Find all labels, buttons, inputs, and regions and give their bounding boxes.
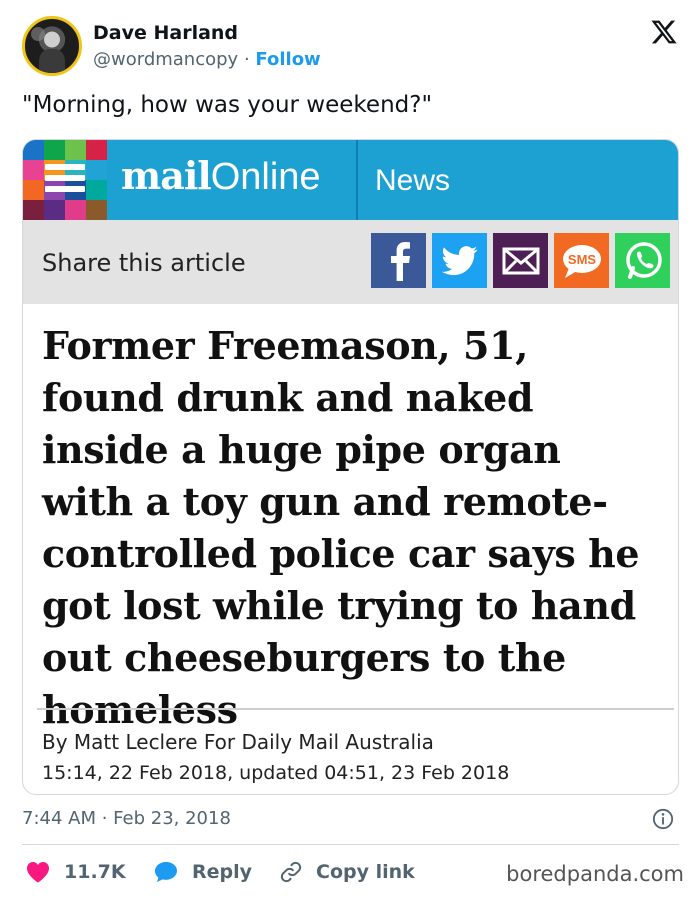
menu-mosaic[interactable]: [23, 140, 107, 220]
facebook-icon: [390, 241, 410, 281]
article-card[interactable]: mailOnline News Share this article SMS F…: [22, 139, 679, 795]
article-dateline: 15:14, 22 Feb 2018, updated 04:51, 23 Fe…: [42, 762, 510, 784]
copy-link-button[interactable]: Copy link: [280, 858, 415, 886]
share-whatsapp-button[interactable]: [615, 233, 670, 288]
article-byline: By Matt Leclere For Daily Mail Australia: [42, 730, 434, 754]
reply-bubble-icon: [155, 862, 177, 882]
share-twitter-button[interactable]: [432, 233, 487, 288]
reply-button[interactable]: Reply: [154, 858, 252, 886]
share-email-button[interactable]: [493, 233, 548, 288]
tweet-header: Dave Harland @wordmancopy · Follow: [22, 16, 682, 80]
reply-label: Reply: [192, 861, 253, 883]
whatsapp-icon: [625, 241, 662, 279]
brand-mail: mail: [121, 153, 212, 198]
header-divider: [356, 140, 358, 220]
share-bar: Share this article SMS: [23, 220, 678, 304]
x-logo-icon[interactable]: [650, 18, 678, 46]
author-name[interactable]: Dave Harland: [93, 22, 238, 44]
like-button[interactable]: 11.7K: [26, 858, 126, 886]
mailonline-header: mailOnline News: [23, 140, 678, 220]
hamburger-icon: [45, 164, 85, 198]
link-icon: [280, 861, 302, 883]
info-icon[interactable]: [652, 808, 674, 830]
share-label: Share this article: [42, 249, 246, 277]
sms-icon: SMS: [562, 244, 601, 278]
footer-divider: [22, 844, 679, 845]
copy-link-label: Copy link: [316, 861, 415, 883]
section-news[interactable]: News: [375, 164, 450, 198]
mailonline-logo[interactable]: mailOnline: [121, 153, 321, 199]
twitter-icon: [441, 245, 477, 275]
sms-text: SMS: [567, 252, 596, 267]
email-icon: [502, 247, 539, 274]
author-handle-row: @wordmancopy · Follow: [93, 49, 321, 70]
heart-icon: [27, 862, 49, 883]
separator-dot: ·: [243, 49, 250, 70]
like-count: 11.7K: [64, 861, 126, 883]
article-headline[interactable]: Former Freemason, 51, found drunk and na…: [42, 320, 662, 736]
byline-divider: [37, 708, 674, 710]
brand-online: Online: [210, 156, 321, 198]
follow-button[interactable]: Follow: [255, 49, 320, 70]
author-handle[interactable]: @wordmancopy: [93, 49, 238, 70]
share-sms-button[interactable]: SMS: [554, 233, 609, 288]
boredpanda-watermark: boredpanda.com: [506, 862, 684, 886]
tweet-timestamp[interactable]: 7:44 AM · Feb 23, 2018: [22, 808, 231, 829]
share-facebook-button[interactable]: [371, 233, 426, 288]
avatar[interactable]: [22, 16, 82, 76]
tweet-text: "Morning, how was your weekend?": [22, 92, 433, 118]
